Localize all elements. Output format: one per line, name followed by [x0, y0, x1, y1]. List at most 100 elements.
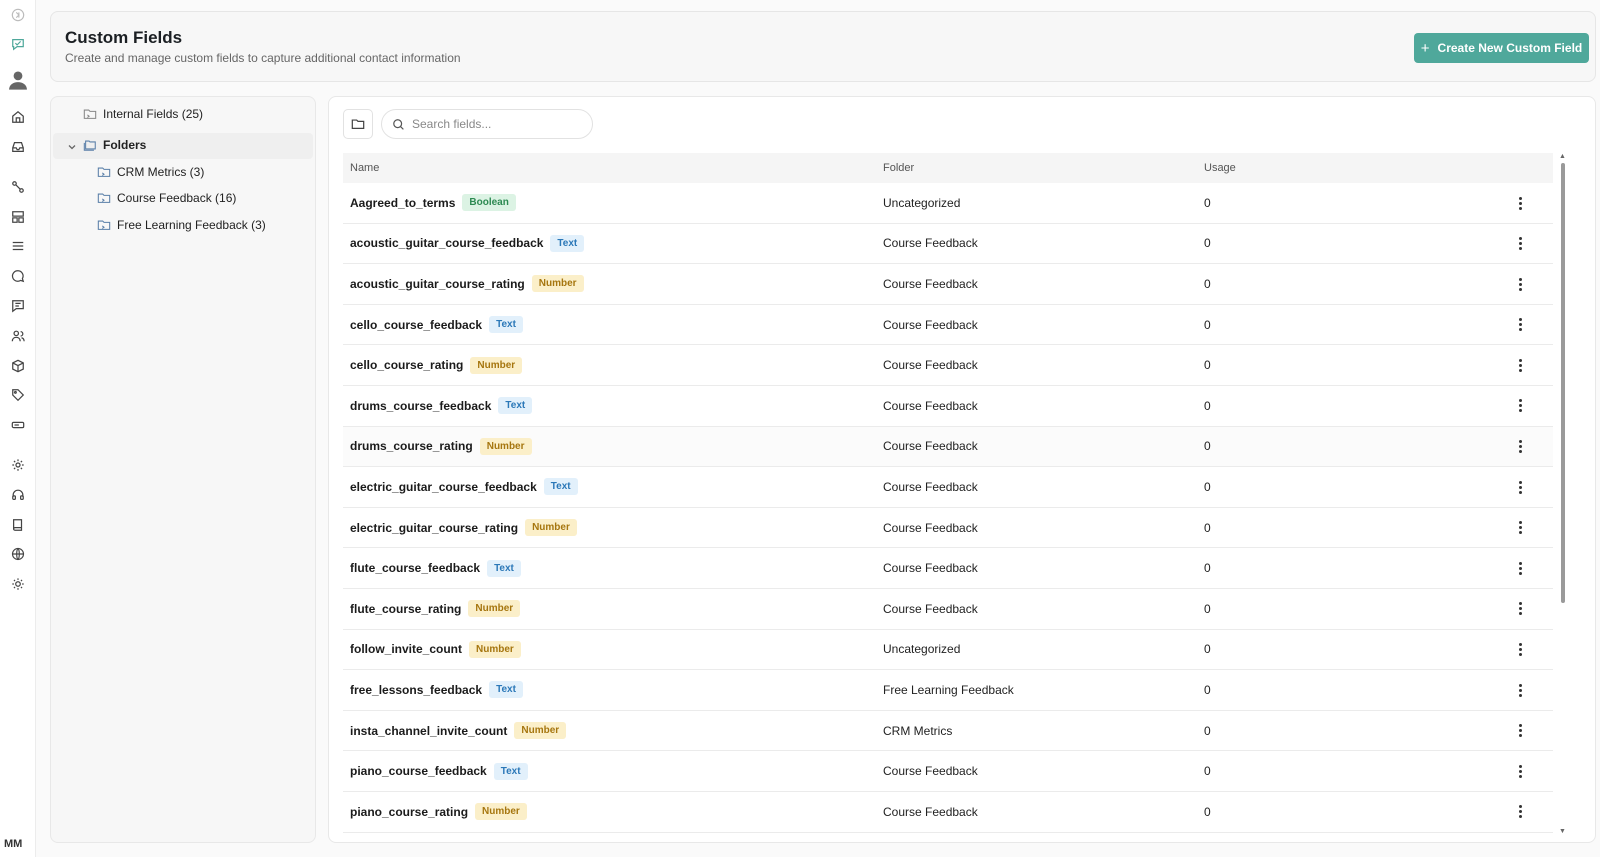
column-header-name[interactable]: Name [350, 162, 379, 174]
field-folder: Course Feedback [883, 236, 978, 251]
row-actions-menu-icon[interactable] [1513, 642, 1527, 658]
table-row[interactable]: electric_guitar_course_feedback Text Cours… [343, 467, 1553, 508]
folder-item[interactable]: Course Feedback (16) [97, 187, 236, 209]
create-custom-field-button[interactable]: + Create New Custom Field [1414, 33, 1589, 63]
row-actions-menu-icon[interactable] [1513, 276, 1527, 292]
field-folder: CRM Metrics [883, 723, 953, 738]
docs-book-icon[interactable] [8, 515, 28, 535]
products-icon[interactable] [8, 356, 28, 376]
field-name: cello_course_rating [350, 358, 464, 373]
row-actions-menu-icon[interactable] [1513, 682, 1527, 698]
row-actions-menu-icon[interactable] [1513, 439, 1527, 455]
scroll-down-arrow-icon[interactable]: ▼ [1559, 828, 1566, 835]
row-actions-menu-icon[interactable] [1513, 357, 1527, 373]
search-box[interactable] [381, 109, 593, 139]
table-row[interactable]: follow_invite_count Number Uncategorized 0 [343, 630, 1553, 671]
chat-icon[interactable] [8, 266, 28, 286]
field-usage: 0 [1204, 317, 1211, 332]
search-input[interactable] [412, 117, 572, 131]
row-actions-menu-icon[interactable] [1513, 723, 1527, 739]
inbox-icon[interactable] [8, 137, 28, 157]
field-usage: 0 [1204, 195, 1211, 210]
support-headset-icon[interactable] [8, 485, 28, 505]
field-name: flute_course_rating [350, 601, 462, 616]
custom-fields-icon[interactable] [8, 415, 28, 435]
row-actions-menu-icon[interactable] [1513, 479, 1527, 495]
field-usage: 0 [1204, 642, 1211, 657]
table-row[interactable]: flute_course_rating Number Course Feedback… [343, 589, 1553, 630]
field-usage: 0 [1204, 276, 1211, 291]
table-row[interactable]: electric_guitar_course_rating Number Cours… [343, 508, 1553, 549]
field-name-cell: Aagreed_to_terms Boolean [350, 194, 516, 212]
field-usage: 0 [1204, 804, 1211, 819]
flows-icon[interactable] [8, 177, 28, 197]
language-globe-icon[interactable] [8, 544, 28, 564]
internal-folder-icon [83, 109, 97, 119]
field-type-badge: Text [489, 316, 523, 334]
row-actions-menu-icon[interactable] [1513, 520, 1527, 536]
field-folder: Course Feedback [883, 479, 978, 494]
folder-item-label: Free Learning Feedback (3) [117, 218, 266, 232]
expand-sidebar-icon[interactable] [8, 5, 28, 25]
field-name-cell: piano_course_rating Number [350, 803, 527, 821]
folder-internal-fields[interactable]: Internal Fields (25) [83, 103, 203, 125]
column-header-usage[interactable]: Usage [1204, 162, 1236, 174]
row-actions-menu-icon[interactable] [1513, 763, 1527, 779]
theme-sun-icon[interactable] [8, 574, 28, 594]
user-initials[interactable]: MM [4, 838, 22, 850]
settings-icon[interactable] [8, 455, 28, 475]
table-row[interactable]: piano_course_rating Number Course Feedback… [343, 792, 1553, 833]
app-logo-icon[interactable] [8, 34, 28, 54]
field-name-cell: electric_guitar_course_feedback Text [350, 478, 578, 496]
templates-icon[interactable] [8, 207, 28, 227]
tags-icon[interactable] [8, 385, 28, 405]
table-row[interactable]: free_lessons_feedback Text Free Learning F… [343, 670, 1553, 711]
table-row[interactable]: drums_course_rating Number Course Feedback… [343, 426, 1553, 468]
messages-icon[interactable] [8, 296, 28, 316]
field-name: acoustic_guitar_course_rating [350, 276, 525, 291]
column-header-folder[interactable]: Folder [883, 162, 914, 174]
scroll-up-arrow-icon[interactable]: ▲ [1559, 153, 1566, 160]
folder-toggle-button[interactable] [343, 109, 373, 139]
field-name: electric_guitar_course_feedback [350, 479, 537, 494]
row-actions-menu-icon[interactable] [1513, 236, 1527, 252]
table-row[interactable]: Aagreed_to_terms Boolean Uncategorized 0 [343, 183, 1553, 224]
folders-group[interactable]: Folders [83, 134, 146, 156]
field-name-cell: piano_course_feedback Text [350, 762, 528, 780]
create-custom-field-label: Create New Custom Field [1437, 41, 1583, 55]
table-row[interactable]: cello_course_feedback Text Course Feedback… [343, 305, 1553, 346]
table-row[interactable]: piano_course_feedback Text Course Feedback… [343, 751, 1553, 792]
home-icon[interactable] [8, 107, 28, 127]
table-row[interactable]: acoustic_guitar_course_rating Number Cours… [343, 264, 1553, 305]
table-scrollbar[interactable]: ▲ ▼ [1559, 153, 1567, 835]
field-usage: 0 [1204, 479, 1211, 494]
scrollbar-thumb[interactable] [1561, 163, 1565, 603]
contacts-icon[interactable] [8, 326, 28, 346]
folder-item[interactable]: CRM Metrics (3) [97, 161, 204, 183]
row-actions-menu-icon[interactable] [1513, 601, 1527, 617]
row-actions-menu-icon[interactable] [1513, 398, 1527, 414]
field-type-badge: Boolean [462, 194, 516, 212]
page-title: Custom Fields [65, 28, 183, 47]
row-actions-menu-icon[interactable] [1513, 195, 1527, 211]
table-row[interactable]: flute_course_feedback Text Course Feedback… [343, 548, 1553, 589]
field-type-badge: Text [493, 762, 528, 780]
table-row[interactable]: insta_channel_invite_count Number CRM Metr… [343, 711, 1553, 752]
field-name: Aagreed_to_terms [350, 195, 456, 210]
chevron-down-icon[interactable] [67, 142, 77, 152]
avatar-icon[interactable] [6, 68, 30, 92]
table-row[interactable]: drums_course_feedback Text Course Feedback… [343, 386, 1553, 427]
folder-panel: Internal Fields (25) Folders CRM Metrics… [50, 96, 316, 843]
list-icon[interactable] [8, 236, 28, 256]
field-folder: Course Feedback [883, 804, 978, 819]
table-row[interactable]: cello_course_rating Number Course Feedback… [343, 345, 1553, 386]
row-actions-menu-icon[interactable] [1513, 317, 1527, 333]
field-folder: Course Feedback [883, 317, 978, 332]
folder-item[interactable]: Free Learning Feedback (3) [97, 214, 266, 236]
field-type-badge: Number [479, 437, 532, 455]
table-row[interactable]: acoustic_guitar_course_feedback Text Cours… [343, 224, 1553, 265]
row-actions-menu-icon[interactable] [1513, 560, 1527, 576]
field-type-badge: Text [487, 559, 521, 577]
row-actions-menu-icon[interactable] [1513, 804, 1527, 820]
field-folder: Uncategorized [883, 195, 961, 210]
